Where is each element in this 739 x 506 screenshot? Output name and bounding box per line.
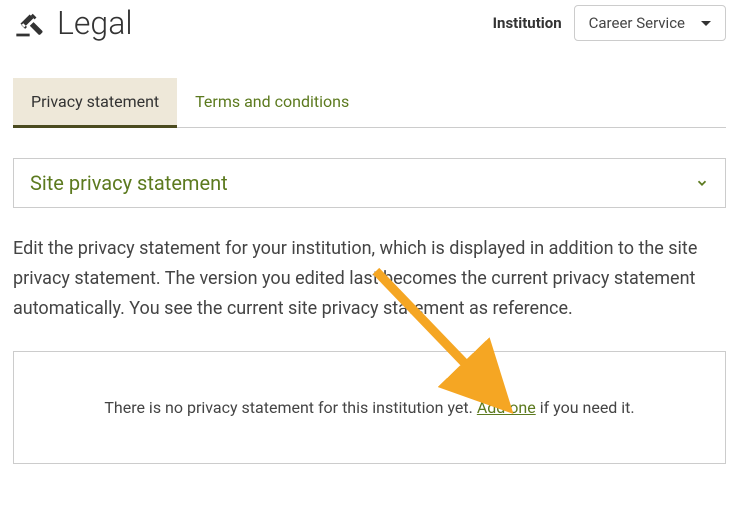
empty-state-suffix: if you need it.: [536, 398, 635, 417]
tab-privacy-statement[interactable]: Privacy statement: [13, 78, 177, 128]
institution-label: Institution: [493, 14, 562, 32]
chevron-down-icon: [695, 176, 709, 190]
institution-selector-group: Institution Career Service: [493, 5, 726, 41]
tab-terms-and-conditions[interactable]: Terms and conditions: [177, 78, 367, 127]
add-one-link[interactable]: Add one: [477, 398, 536, 417]
accordion-title: Site privacy statement: [30, 171, 228, 195]
caret-down-icon: [701, 21, 711, 26]
institution-dropdown-value: Career Service: [589, 14, 685, 32]
tabs: Privacy statement Terms and conditions: [13, 78, 726, 128]
header-title-group: Legal: [13, 4, 133, 42]
gavel-icon: [13, 7, 45, 39]
page-title: Legal: [57, 4, 133, 42]
empty-state-box: There is no privacy statement for this i…: [13, 351, 726, 464]
page-header: Legal Institution Career Service: [13, 0, 726, 50]
empty-state-prefix: There is no privacy statement for this i…: [104, 398, 476, 417]
institution-dropdown[interactable]: Career Service: [574, 5, 726, 41]
description-text: Edit the privacy statement for your inst…: [13, 234, 726, 325]
site-privacy-accordion[interactable]: Site privacy statement: [13, 158, 726, 208]
